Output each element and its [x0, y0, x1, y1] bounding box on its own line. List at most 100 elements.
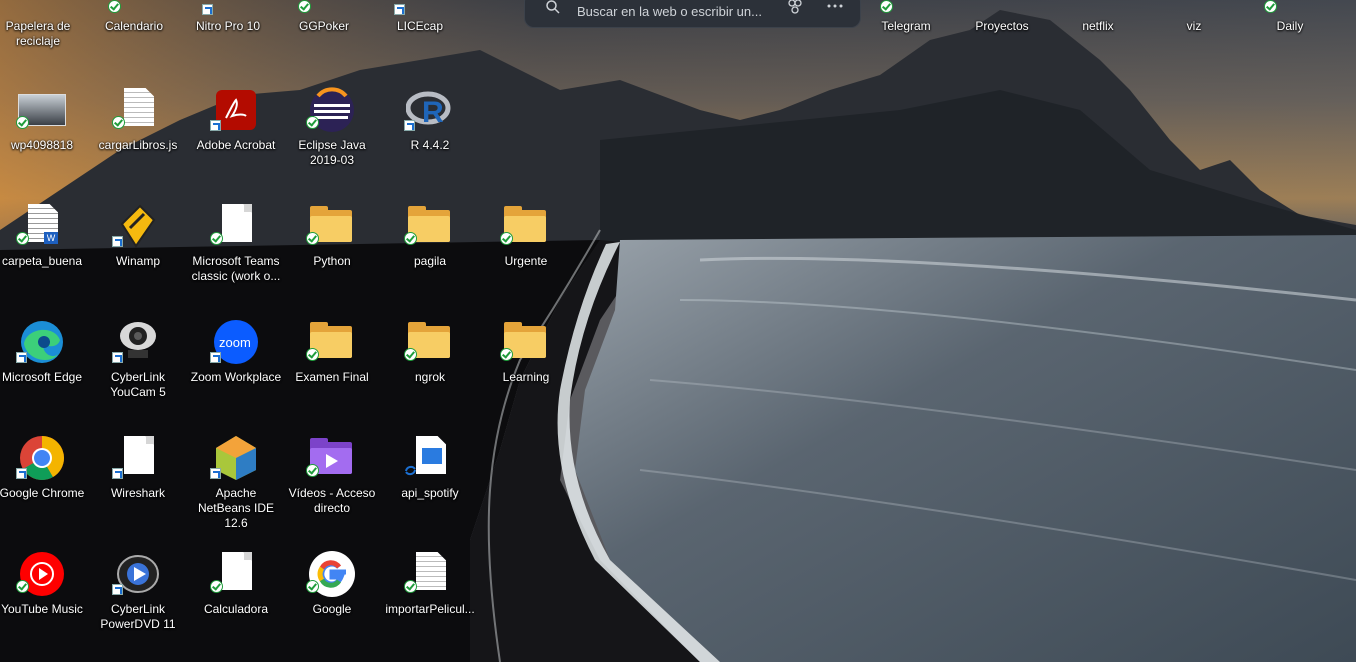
desktop-icon-label: Examen Final: [295, 370, 369, 384]
winamp-icon: [112, 202, 162, 250]
desktop-icon-wp4098818[interactable]: wp4098818: [0, 80, 88, 188]
desktop-icon-learning[interactable]: Learning: [480, 312, 572, 420]
google-icon: [306, 550, 356, 598]
shortcut-arrow-icon: [112, 468, 123, 479]
desktop-icon-google[interactable]: Google: [286, 544, 378, 652]
desktop-icon-ngrok[interactable]: ngrok: [384, 312, 476, 420]
desktop-icon-label: Proyectos: [975, 19, 1029, 33]
sync-status-icon: [1264, 0, 1277, 13]
desktop-icon-label: Google Chrome: [0, 486, 85, 500]
desktop-icon-ggpoker[interactable]: GGPoker: [278, 0, 370, 72]
desktop-icon-pagila[interactable]: pagila: [384, 196, 476, 304]
desktop-icon-label: Urgente: [504, 254, 548, 268]
desktop-icon-label: Eclipse Java 2019-03: [298, 138, 366, 167]
sync-status-icon: [210, 232, 223, 245]
copilot-icon[interactable]: [787, 0, 803, 16]
sync-status-icon: [404, 348, 417, 361]
more-options-icon[interactable]: [827, 3, 843, 9]
desktop-icon-label: Adobe Acrobat: [196, 138, 276, 152]
desktop-icon-apache-netbeans-ide-12-6[interactable]: Apache NetBeans IDE 12.6: [190, 428, 282, 536]
js-file-icon: [112, 86, 162, 134]
desktop-icon-label: Python: [313, 254, 351, 268]
desktop-icon-cyberlink-youcam-5[interactable]: CyberLink YouCam 5: [92, 312, 184, 420]
chrome-icon: [16, 434, 66, 482]
powerdvd-icon: [112, 550, 162, 598]
sync-status-icon: [306, 116, 319, 129]
blank-file-icon: [210, 550, 260, 598]
desktop-icon-label: api_spotify: [401, 486, 459, 500]
desktop-icon-label: ngrok: [414, 370, 446, 384]
desktop-icon-netflix[interactable]: netflix: [1052, 0, 1144, 72]
folder-icon: [500, 202, 550, 250]
desktop-icon-youtube-music[interactable]: YouTube Music: [0, 544, 88, 652]
desktop-icon-label: cargarLibros.js: [98, 138, 178, 152]
youtube-music-icon: [16, 550, 66, 598]
licecap-icon: [394, 0, 444, 18]
desktop-icon-cyberlink-powerdvd-11[interactable]: CyberLink PowerDVD 11: [92, 544, 184, 652]
desktop-icon-wireshark[interactable]: Wireshark: [92, 428, 184, 536]
zoom-icon: zoom: [210, 318, 260, 366]
desktop-icon-label: importarPelicul...: [385, 602, 475, 616]
desktop-icon-google-chrome[interactable]: Google Chrome: [0, 428, 88, 536]
shortcut-arrow-icon: [16, 468, 27, 479]
search-input[interactable]: [575, 0, 789, 23]
desktop-icon-label: Zoom Workplace: [190, 370, 282, 384]
daily-icon: [1264, 0, 1314, 18]
sync-status-icon: [500, 348, 513, 361]
desktop-icon-telegram[interactable]: Telegram: [860, 0, 952, 72]
desktop-icon-calculadora[interactable]: Calculadora: [190, 544, 282, 652]
desktop-icon-winamp[interactable]: Winamp: [92, 196, 184, 304]
folder-icon: [306, 202, 356, 250]
folder-icon: [404, 202, 454, 250]
image-thumbnail-icon: [16, 86, 66, 134]
desktop-icon-cargarlibros-js[interactable]: cargarLibros.js: [92, 80, 184, 188]
desktop-icon-recycle[interactable]: Papelera de reciclaje: [0, 0, 84, 72]
sync-status-icon: [500, 232, 513, 245]
desktop-icon-v-deos-acceso-directo[interactable]: Vídeos - Acceso directo: [286, 428, 378, 536]
desktop-icon-nitro[interactable]: Nitro Pro 10: [182, 0, 274, 72]
desktop-icon-label: Microsoft Teams classic (work o...: [191, 254, 281, 283]
shortcut-arrow-icon: [112, 352, 123, 363]
desktop-icon-daily[interactable]: Daily: [1244, 0, 1336, 72]
desktop-icon-label: LICEcap: [396, 19, 444, 33]
desktop-icon-label: CyberLink PowerDVD 11: [100, 602, 176, 631]
webcam-icon: [112, 318, 162, 366]
desktop-icon-microsoft-teams-classic-work-o[interactable]: Microsoft Teams classic (work o...: [190, 196, 282, 304]
desktop-icon-r-4-4-2[interactable]: R R 4.4.2: [384, 80, 476, 188]
desktop-icon-proyectos[interactable]: Proyectos: [956, 0, 1048, 72]
web-search-bar[interactable]: [524, 0, 861, 28]
desktop-icon-label: Microsoft Edge: [1, 370, 83, 384]
shortcut-arrow-icon: [112, 584, 123, 595]
shortcut-arrow-icon: [16, 352, 27, 363]
desktop-icon-calendar[interactable]: Calendario: [88, 0, 180, 72]
sync-status-icon: [298, 0, 311, 13]
desktop-icon-licecap[interactable]: LICEcap: [374, 0, 466, 72]
desktop-icon-adobe-acrobat[interactable]: Adobe Acrobat: [190, 80, 282, 188]
sync-status-icon: [108, 0, 121, 13]
desktop-icon-zoom-workplace[interactable]: zoom Zoom Workplace: [190, 312, 282, 420]
sync-status-icon: [404, 580, 417, 593]
desktop-icon-microsoft-edge[interactable]: Microsoft Edge: [0, 312, 88, 420]
desktop-icon-eclipse-java-2019-03[interactable]: Eclipse Java 2019-03: [286, 80, 378, 188]
desktop-icon-carpeta-buena[interactable]: Wcarpeta_buena: [0, 196, 88, 304]
desktop-icon-importarpelicul[interactable]: importarPelicul...: [384, 544, 476, 652]
desktop-icon-python[interactable]: Python: [286, 196, 378, 304]
desktop-icon-urgente[interactable]: Urgente: [480, 196, 572, 304]
desktop-icon-label: pagila: [413, 254, 447, 268]
sync-status-icon: [306, 580, 319, 593]
sync-status-icon: [16, 232, 29, 245]
blank-file-icon: [112, 434, 162, 482]
shortcut-arrow-icon: [210, 120, 221, 131]
desktop-icon-label: carpeta_buena: [1, 254, 83, 268]
desktop-icon-api-spotify[interactable]: api_spotify: [384, 428, 476, 536]
calendar-icon: [108, 0, 158, 18]
desktop-icon-examen-final[interactable]: Examen Final: [286, 312, 378, 420]
r-language-icon: R: [404, 86, 454, 134]
sync-status-icon: [112, 116, 125, 129]
shortcut-arrow-icon: [202, 4, 213, 15]
shortcut-arrow-icon: [210, 468, 221, 479]
netbeans-icon: [210, 434, 260, 482]
shortcut-arrow-icon: [404, 120, 415, 131]
desktop-icon-viz[interactable]: viz: [1148, 0, 1240, 72]
desktop-icon-label: netflix: [1082, 19, 1114, 33]
